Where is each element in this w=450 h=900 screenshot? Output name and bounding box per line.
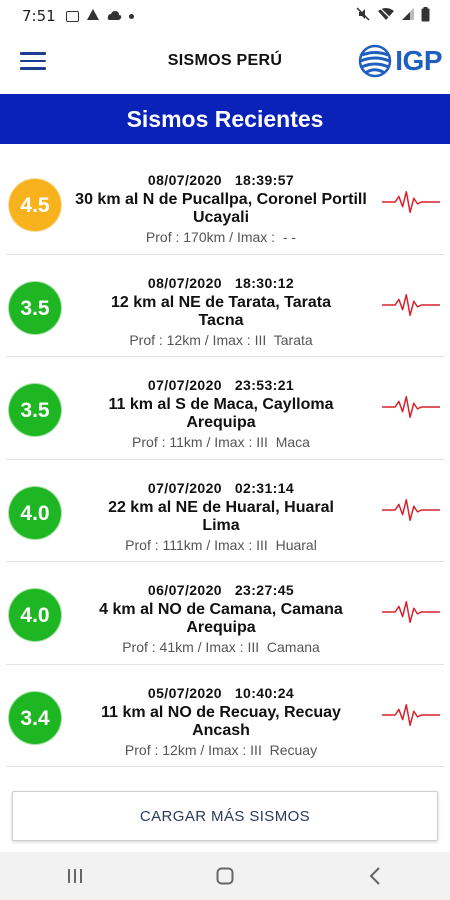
image-icon — [65, 10, 79, 22]
earthquake-info: 06/07/2020 23:27:45 4 km al NO de Camana,… — [58, 582, 384, 655]
magnitude-badge: 3.5 — [8, 383, 62, 437]
globe-logo-icon — [359, 44, 392, 78]
earthquake-details: Prof : 41km / Imax : III Camana — [122, 639, 320, 655]
earthquake-row[interactable]: 4.0 06/07/2020 23:27:45 4 km al NO de Cama… — [6, 562, 444, 665]
earthquake-info: 07/07/2020 23:53:21 11 km al S de Maca, C… — [58, 377, 384, 450]
seismic-wave-icon — [382, 600, 440, 624]
earthquake-datetime: 08/07/2020 18:39:57 — [147, 172, 295, 188]
earthquake-location: 12 km al NE de Tarata, Tarata — [111, 293, 331, 311]
cloud-icon — [107, 7, 122, 25]
status-bar: 7:51 — [0, 0, 450, 32]
earthquake-details: Prof : 11km / Imax : III Maca — [132, 434, 310, 450]
system-nav-bar — [0, 852, 450, 900]
seismic-wave-icon — [382, 190, 440, 214]
earthquake-datetime: 05/07/2020 10:40:24 — [147, 684, 295, 701]
earthquake-location: 30 km al N de Pucallpa, Coronel Portill — [75, 191, 367, 208]
earthquake-datetime: 07/07/2020 02:31:14 — [147, 479, 295, 496]
earthquake-details: Prof : 170km / Imax : - - — [145, 229, 297, 245]
earthquake-datetime: 07/07/2020 23:53:21 — [147, 377, 295, 393]
magnitude-badge: 4.0 — [8, 485, 62, 540]
earthquake-region: Tacna — [198, 311, 244, 329]
igp-logo: IGP — [358, 44, 442, 78]
earthquake-info: 07/07/2020 02:31:14 22 km al NE de Huaral… — [58, 480, 384, 553]
earthquake-info: 05/07/2020 10:40:24 11 km al NO de Recuay… — [58, 685, 384, 758]
earthquake-location: 22 km al NE de Huaral, Huaral — [108, 498, 334, 516]
seismic-wave-icon — [382, 395, 440, 419]
signal-icon — [401, 7, 415, 25]
earthquake-row[interactable]: 3.4 05/07/2020 10:40:24 11 km al NO de Rec… — [6, 665, 444, 767]
earthquake-region: Lima — [202, 516, 240, 534]
earthquake-region: Arequipa — [186, 619, 256, 636]
earthquake-region: Ancash — [192, 721, 250, 739]
earthquake-location: 11 km al NO de Recuay, Recuay — [101, 703, 341, 721]
battery-icon — [421, 6, 430, 26]
recent-apps-icon[interactable] — [45, 856, 105, 896]
earthquake-row[interactable]: 3.5 08/07/2020 18:30:12 12 km al NE de Tar… — [6, 255, 444, 357]
earthquake-row[interactable]: 4.5 08/07/2020 18:39:57 30 km al N de Puca… — [6, 152, 444, 255]
seismic-wave-icon — [382, 498, 440, 521]
home-icon[interactable] — [195, 856, 255, 896]
back-icon[interactable] — [345, 856, 405, 896]
section-banner: Sismos Recientes — [0, 94, 450, 144]
earthquake-region: Arequipa — [186, 414, 256, 431]
logo-text: IGP — [395, 45, 442, 76]
mute-icon — [355, 6, 371, 26]
earthquake-info: 08/07/2020 18:39:57 30 km al N de Pucallp… — [58, 172, 384, 245]
earthquake-row[interactable]: 3.5 07/07/2020 23:53:21 11 km al S de Maca… — [6, 357, 444, 460]
magnitude-badge: 4.5 — [8, 178, 62, 232]
earthquake-location: 4 km al NO de Camana, Camana — [99, 601, 343, 618]
earthquake-details: Prof : 12km / Imax : III Tarata — [129, 331, 313, 348]
earthquake-region: Ucayali — [192, 209, 250, 226]
app-bar: SISMOS PERÚ IGP — [0, 32, 450, 95]
earthquake-datetime: 08/07/2020 18:30:12 — [147, 274, 295, 291]
seismic-wave-icon — [382, 703, 440, 726]
earthquake-datetime: 06/07/2020 23:27:45 — [147, 582, 295, 598]
dot-icon — [128, 13, 134, 19]
magnitude-badge: 4.0 — [8, 588, 62, 642]
wifi-icon — [377, 7, 395, 25]
earthquake-details: Prof : 111km / Imax : III Huaral — [125, 536, 317, 553]
earthquake-details: Prof : 12km / Imax : III Recuay — [124, 741, 318, 758]
earthquake-location: 11 km al S de Maca, Caylloma — [108, 396, 334, 413]
earthquake-row[interactable]: 4.0 07/07/2020 02:31:14 22 km al NE de Hua… — [6, 460, 444, 562]
earthquake-info: 08/07/2020 18:30:12 12 km al NE de Tarata… — [58, 275, 384, 348]
magnitude-badge: 3.4 — [8, 690, 62, 745]
status-time: 7:51 — [22, 7, 56, 25]
load-more-button[interactable]: CARGAR MÁS SISMOS — [12, 791, 438, 841]
magnitude-badge: 3.5 — [8, 280, 62, 335]
seismic-wave-icon — [382, 293, 440, 316]
warning-icon — [86, 7, 100, 25]
earthquake-list: 4.5 08/07/2020 18:39:57 30 km al N de Puca… — [0, 152, 450, 767]
